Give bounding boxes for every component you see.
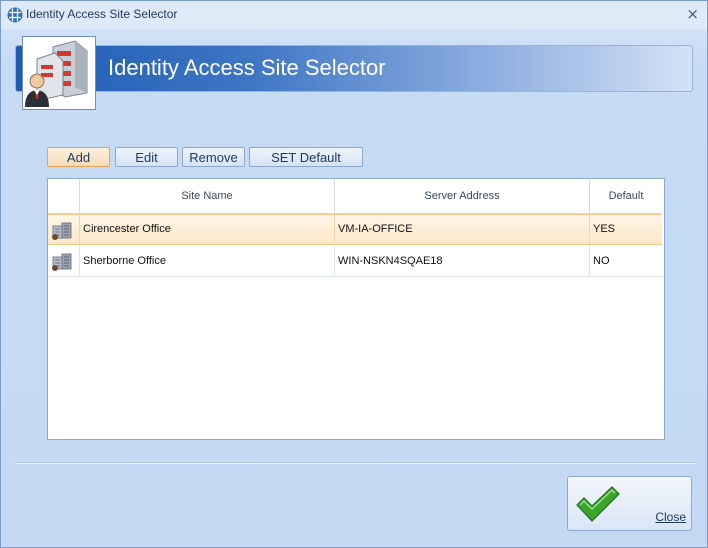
close-icon[interactable]: ×	[686, 5, 699, 23]
title-bar: Identity Access Site Selector ×	[1, 1, 707, 29]
set-default-button[interactable]: SET Default	[249, 147, 363, 167]
column-header-site-name[interactable]: Site Name	[80, 179, 335, 214]
site-name-cell: Sherborne Office	[80, 246, 335, 277]
server-address-cell: WIN-NSKN4SQAE18	[335, 246, 590, 277]
remove-button[interactable]: Remove	[182, 147, 245, 167]
footer-divider	[15, 462, 695, 464]
checkmark-icon	[576, 486, 620, 522]
edit-button[interactable]: Edit	[115, 147, 178, 167]
close-button[interactable]: Close	[567, 476, 692, 531]
close-button-label: Close	[655, 510, 686, 524]
buildings-user-icon	[22, 36, 96, 110]
server-building-icon	[52, 253, 72, 271]
add-button[interactable]: Add	[47, 147, 110, 167]
header-banner: Identity Access Site Selector	[15, 45, 693, 92]
column-header-default[interactable]: Default	[590, 179, 662, 214]
banner-title: Identity Access Site Selector	[108, 55, 386, 80]
default-cell: YES	[593, 223, 616, 235]
window-title: Identity Access Site Selector	[26, 7, 178, 21]
table-row[interactable]: Cirencester Office VM-IA-OFFICE YES	[48, 214, 662, 245]
sites-table[interactable]: Site Name Server Address Default Cirence…	[47, 178, 665, 440]
server-address-cell: VM-IA-OFFICE	[335, 215, 590, 244]
server-building-icon	[52, 222, 72, 240]
grid-app-icon	[7, 7, 23, 23]
dialog-window: Identity Access Site Selector × Identity…	[0, 0, 708, 548]
row-icon-cell	[48, 246, 80, 277]
default-cell: NO	[590, 246, 662, 277]
site-name-cell: Cirencester Office	[80, 215, 335, 244]
column-header-server-address[interactable]: Server Address	[335, 179, 590, 214]
table-row[interactable]: Sherborne Office WIN-NSKN4SQAE18 NO	[48, 246, 662, 277]
row-icon-cell	[48, 215, 80, 244]
column-header-icon[interactable]	[48, 179, 80, 214]
